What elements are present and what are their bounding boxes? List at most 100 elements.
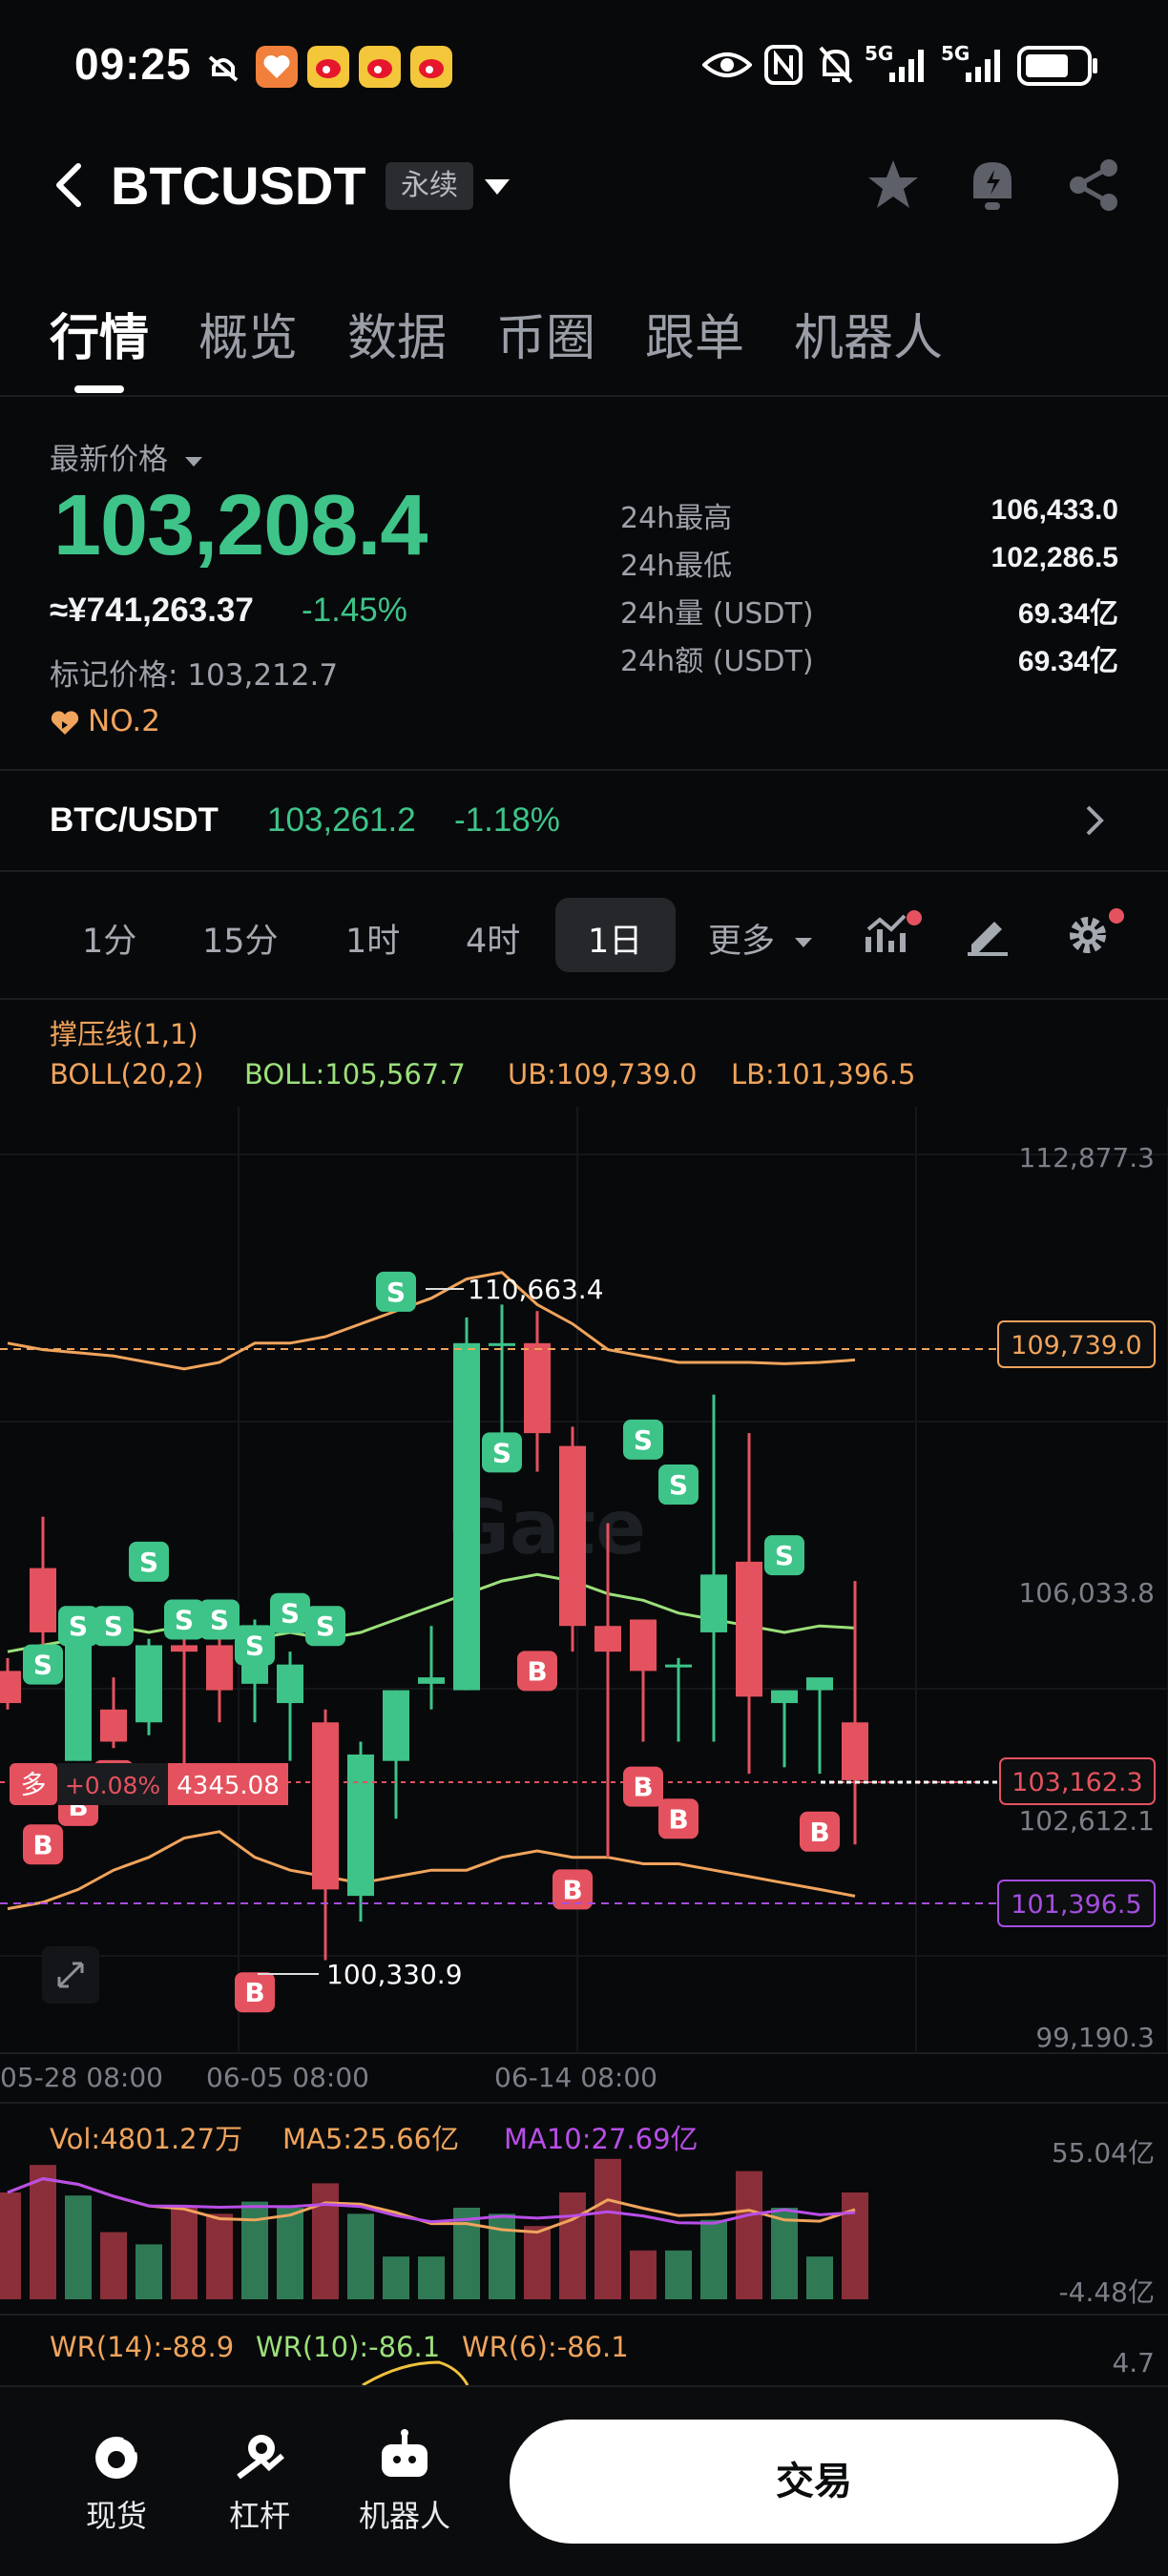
volume-bar-1 [30,2165,56,2299]
volume-bar-21 [736,2171,762,2299]
candle-body-21 [736,1561,762,1697]
bottom-leverage-label[interactable]: 杠杆 [210,2492,309,2536]
sell-mark-0-letter: S [33,1650,52,1681]
volume-bar-10 [347,2213,374,2299]
boll-lower-line [7,1830,856,1911]
mark-price-value: 103,212.7 [187,658,339,693]
position-tag[interactable]: 多 +0.08% 4345.08 [10,1763,288,1805]
draw-tool-icon[interactable] [966,912,1010,956]
volume-bar-11 [383,2256,409,2299]
stat-label-volume: 24h量 (USDT) [620,597,814,631]
position-amount: 4345.08 [177,1772,280,1800]
trade-button[interactable]: 交易 [510,2420,1118,2544]
nfc-icon [764,45,803,85]
x-tick-3: 06-14 08:00 [494,2062,657,2093]
candle-body-8 [277,1664,303,1704]
timeframe-1d[interactable]: 1日 [588,914,642,963]
bollinger-bands [7,1271,856,1911]
timeframe-1h[interactable]: 1时 [345,914,400,963]
notification-muted-icon [208,55,239,82]
high-price-label: 110,663.4 [468,1274,604,1305]
stat-label-turnover: 24h额 (USDT) [620,645,814,678]
buy-mark-8-letter: B [809,1817,829,1848]
more-dropdown-icon [795,938,813,947]
tab-market[interactable]: 行情 [50,298,149,369]
volume-bar-9 [312,2183,339,2299]
indicators-icon[interactable] [865,908,924,962]
weibo-icon-2 [359,46,401,88]
buy-mark-3-letter: B [244,1977,264,2008]
boll-params-label: BOLL(20,2) [50,1058,204,1091]
candlestick-chart[interactable]: 撑压线(1,1) BOLL(20,2) BOLL:105,567.7 UB:10… [0,1002,1168,2385]
chart-settings-gear-icon[interactable] [1063,906,1126,960]
contract-type-tag: 永续 [386,162,473,210]
position-side: 多 [21,1771,47,1800]
price-change: -1.45% [302,592,407,629]
tab-copy-trading[interactable]: 跟单 [645,298,744,369]
bottom-bot-label[interactable]: 机器人 [345,2492,464,2536]
timeframe-4h[interactable]: 4时 [466,914,520,963]
sell-mark-8-letter: S [316,1610,335,1642]
boll-upper-line [7,1271,856,1371]
sell-mark-9-letter: S [386,1277,406,1308]
leverage-icon[interactable] [233,2429,288,2484]
pair-dropdown-icon[interactable] [483,177,511,198]
price-alert-bell-icon[interactable] [966,155,1019,214]
volume-ma10-line [7,2177,856,2225]
candle-body-1 [30,1568,56,1632]
timeframe-more[interactable]: 更多 [708,914,814,963]
buy-mark-4-letter: B [527,1655,547,1687]
spot-pair-row[interactable]: BTC/USDT 103,261.2 -1.18% [0,771,1168,870]
current-price-tag-text: 103,162.3 [1012,1768,1142,1797]
stat-label-high: 24h最高 [620,502,733,535]
favorite-star-icon[interactable] [865,156,922,214]
candle-body-13 [453,1342,480,1691]
spot-pair-change: -1.18% [454,801,560,839]
pair-title[interactable]: BTCUSDT [111,155,366,217]
share-icon[interactable] [1065,156,1122,214]
y-tick-4: 99,190.3 [1035,2022,1155,2053]
tab-community[interactable]: 币圈 [496,298,595,369]
battery-icon [1017,46,1097,86]
bottom-spot-label[interactable]: 现货 [67,2492,166,2536]
flame-heart-icon [51,710,79,735]
y-tick-2: 106,033.8 [1018,1577,1155,1609]
spot-pair-name: BTC/USDT [50,801,219,839]
timeframe-1m[interactable]: 1分 [82,914,136,963]
candle-body-24 [842,1722,868,1780]
tab-data[interactable]: 数据 [347,298,447,369]
bot-icon[interactable] [376,2427,433,2484]
stat-label-low: 24h最低 [620,550,733,583]
rank-badge: NO.2 [50,704,160,738]
volume-bar-18 [630,2250,657,2299]
expand-chart-button[interactable] [42,1946,99,2004]
candle-body-16 [559,1445,586,1627]
timeframe-15m[interactable]: 15分 [202,914,279,963]
volume-bar-23 [806,2256,833,2299]
volume-tick-bottom: -4.48亿 [1059,2276,1155,2308]
back-arrow-icon[interactable] [50,160,88,210]
last-price: 103,208.4 [53,478,428,573]
status-bar: 09:25 5G 5G [0,0,1168,134]
bell-off-icon [819,46,853,84]
spot-pair-price: 103,261.2 [267,801,416,839]
mark-price-label: 标记价格: [50,658,178,693]
candle-body-0 [0,1671,21,1704]
spot-icon[interactable] [90,2431,143,2484]
tab-bots[interactable]: 机器人 [794,298,943,369]
boll-lb-label: LB:101,396.5 [731,1058,915,1091]
tab-overview[interactable]: 概览 [198,298,298,369]
wr-tick: 4.7 [1112,2347,1155,2379]
weibo-icon [307,46,349,88]
candle-body-15 [524,1342,551,1434]
sell-mark-3-letter: S [139,1547,158,1578]
mark-price-row: 标记价格: 103,212.7 [50,651,338,694]
sell-mark-10-letter: S [492,1437,511,1468]
tabs-divider [0,395,1168,397]
buy-mark-7-letter: B [668,1803,688,1835]
candle-body-10 [347,1754,374,1897]
latest-price-label[interactable]: 最新价格 [50,435,204,478]
candle-body-22 [771,1690,798,1704]
eye-icon [702,52,752,77]
indicator1-label: 撑压线(1,1) [50,1018,198,1050]
